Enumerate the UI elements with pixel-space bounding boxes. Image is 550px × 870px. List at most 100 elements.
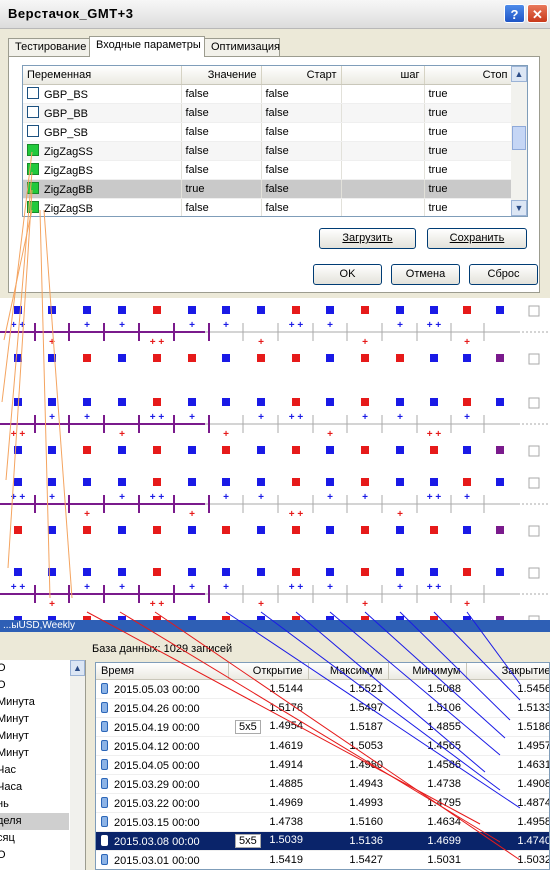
close-button[interactable]: ✕ [527, 4, 548, 23]
quote-row[interactable]: 2015.05.03 00:00 1.5144 1.5521 1.5088 1.5456 [96, 679, 549, 699]
time-text: 2015.03.08 00:00 [114, 835, 200, 848]
timeframe-item[interactable]: Минут [0, 728, 69, 745]
top-marker [14, 398, 22, 406]
grid-row[interactable]: ZigZagBB true false true [23, 179, 513, 199]
col-time[interactable]: Время [96, 663, 229, 680]
quote-row[interactable]: 2015.03.22 00:00 1.4969 1.4993 1.4795 1.4874 [96, 793, 549, 813]
timeframe-item[interactable]: нь [0, 796, 69, 813]
reset-button[interactable]: Сброс [469, 264, 538, 285]
cancel-button[interactable]: Отмена [391, 264, 460, 285]
quote-row[interactable]: 2015.03.01 00:00 1.5419 1.5427 1.5031 1.5032 [96, 850, 549, 869]
col-high[interactable]: Максимум [308, 663, 389, 680]
quote-row[interactable]: 2015.04.05 00:00 1.4914 1.4980 1.4586 1.4631 [96, 755, 549, 775]
col-low[interactable]: Минимум [388, 663, 467, 680]
load-button[interactable]: Загрузить [319, 228, 416, 249]
top-marker [430, 478, 438, 486]
top-marker [48, 306, 56, 314]
top-marker [257, 478, 265, 486]
save-button[interactable]: Сохранить [427, 228, 527, 249]
timeframe-item[interactable]: Минут [0, 711, 69, 728]
cell-high: 1.5497 [308, 698, 388, 718]
quote-row[interactable]: 2015.04.12 00:00 1.4619 1.5053 1.4565 1.4957 [96, 736, 549, 756]
checkbox[interactable] [27, 144, 39, 156]
timeframe-item[interactable]: сяц [0, 830, 69, 847]
plus-mark: + + [150, 599, 165, 610]
help-button[interactable]: ? [504, 4, 525, 23]
scroll-up-icon[interactable]: ▲ [511, 66, 527, 82]
col-close[interactable]: Закрытие [466, 663, 549, 680]
timeframe-item[interactable]: Минут [0, 745, 69, 762]
timeframe-item[interactable]: O [0, 847, 69, 864]
top-marker [48, 568, 56, 576]
title-bar[interactable]: Верстачок_GMT+3 ? ✕ [0, 0, 550, 29]
quote-row[interactable]: 2015.03.15 00:00 1.4738 1.5160 1.4634 1.4958 [96, 812, 549, 832]
bottom-marker [257, 354, 265, 362]
cell-step [341, 179, 425, 199]
tab-optimization[interactable]: Оптимизация [204, 38, 280, 56]
checkbox[interactable] [27, 182, 39, 194]
cell-step [341, 160, 425, 180]
col-stop[interactable]: Стоп [424, 66, 513, 85]
bottom-marker [48, 446, 56, 454]
plus-mark: + [258, 337, 264, 348]
plus-mark: + + [11, 492, 26, 503]
ok-button[interactable]: OK [313, 264, 382, 285]
top-marker [14, 478, 22, 486]
checkbox[interactable] [27, 201, 39, 213]
cell-stop: true [424, 122, 513, 142]
load-label: Загрузить [342, 232, 393, 244]
bottom-marker [326, 354, 334, 362]
timeframe-item[interactable]: O [0, 660, 69, 677]
timeframe-item[interactable]: O [0, 677, 69, 694]
scroll-up-icon[interactable]: ▲ [70, 660, 85, 676]
col-start[interactable]: Старт [261, 66, 342, 85]
cell-open: 1.4619 [228, 736, 308, 756]
top-marker [153, 306, 161, 314]
plus-mark: + [84, 412, 90, 423]
scroll-thumb[interactable] [512, 126, 526, 150]
timeframe-item[interactable]: Час [0, 762, 69, 779]
timeframe-scrollbar[interactable]: ▲ [70, 660, 85, 870]
col-step[interactable]: шаг [341, 66, 425, 85]
quote-row[interactable]: 2015.04.19 00:00 5x5 1.4954 1.5187 1.4855 1.5… [96, 717, 549, 737]
cell-open: 1.4914 [228, 755, 308, 775]
plus-mark: + [223, 492, 229, 503]
cell-stop: true [424, 103, 513, 123]
tab-testing[interactable]: Тестирование [8, 38, 90, 56]
cell-start: false [261, 122, 342, 142]
checkbox[interactable] [27, 125, 39, 137]
cell-value: false [181, 160, 262, 180]
checkbox[interactable] [27, 163, 39, 175]
bottom-marker [14, 526, 22, 534]
record-icon [101, 834, 108, 846]
timeframe-item[interactable]: деля [0, 813, 69, 830]
plus-mark: + [258, 412, 264, 423]
bottom-marker [188, 446, 196, 454]
cell-step [341, 103, 425, 123]
grid-row[interactable]: GBP_SB false false true [23, 122, 513, 142]
top-marker [496, 398, 504, 406]
timeframe-item[interactable]: Минута [0, 694, 69, 711]
cell-low: 1.4586 [388, 755, 466, 775]
grid-scrollbar[interactable]: ▲ ▼ [511, 66, 527, 216]
col-variable[interactable]: Переменная [23, 66, 182, 85]
quote-row[interactable]: 2015.04.26 00:00 1.5176 1.5497 1.5106 1.5133 [96, 698, 549, 718]
top-marker [48, 398, 56, 406]
grid-row[interactable]: ZigZagSB false false true [23, 198, 513, 216]
scroll-down-icon[interactable]: ▼ [511, 200, 527, 216]
checkbox[interactable] [27, 87, 39, 99]
timeframe-item[interactable]: Часа [0, 779, 69, 796]
grid-row[interactable]: GBP_BS false false true [23, 84, 513, 104]
top-marker [118, 568, 126, 576]
cell-time: 2015.04.12 00:00 [96, 736, 228, 756]
quote-row[interactable]: 2015.03.29 00:00 1.4885 1.4943 1.4738 1.4908 [96, 774, 549, 794]
cell-close: 1.4874 [466, 793, 549, 813]
tab-input-parameters[interactable]: Входные параметры [89, 36, 205, 57]
grid-row[interactable]: ZigZagBS false false true [23, 160, 513, 180]
checkbox[interactable] [27, 106, 39, 118]
quote-row[interactable]: 2015.03.08 00:00 5x5 1.5039 1.5136 1.4699 1.4… [96, 831, 549, 851]
col-value[interactable]: Значение [181, 66, 262, 85]
grid-row[interactable]: ZigZagSS false false true [23, 141, 513, 161]
grid-row[interactable]: GBP_BB false false true [23, 103, 513, 123]
col-open[interactable]: Открытие [228, 663, 309, 680]
